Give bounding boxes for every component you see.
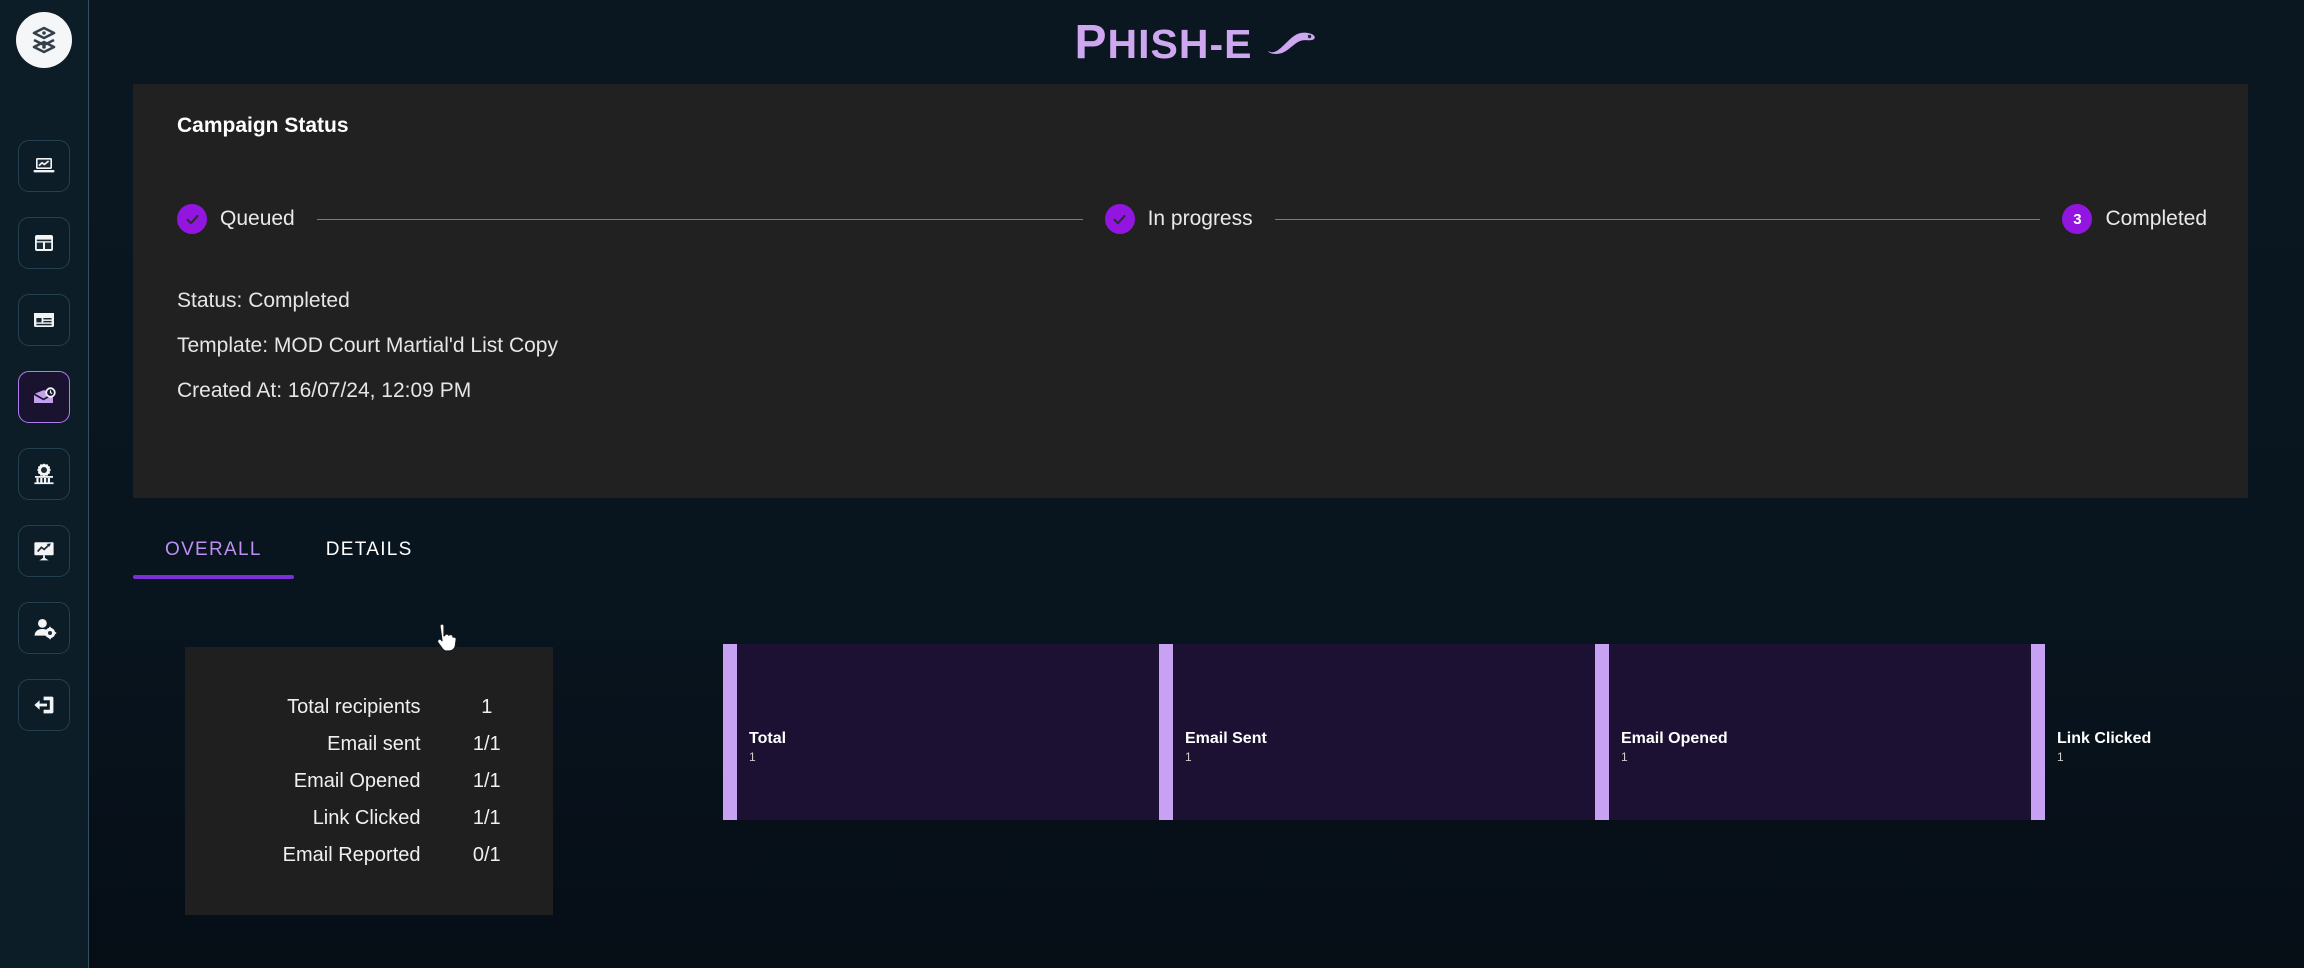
article-card-icon bbox=[34, 313, 54, 327]
campaign-template-line: Template: MOD Court Martial'd List Copy bbox=[177, 334, 558, 357]
stats-summary-panel: Total recipients 1 Email sent 1/1 Email … bbox=[185, 647, 553, 915]
funnel-label-group-total: Total 1 bbox=[749, 730, 786, 764]
step-completed-badge-number: 3 bbox=[2062, 204, 2093, 234]
sidebar-item-logout[interactable] bbox=[18, 679, 70, 731]
table-row: Email sent 1/1 bbox=[185, 726, 553, 763]
sidebar-item-campaigns[interactable] bbox=[18, 371, 70, 423]
funnel-value-total: 1 bbox=[749, 750, 756, 764]
funnel-body-total: Total 1 bbox=[737, 644, 1159, 820]
funnel-label-link-clicked: Link Clicked bbox=[2057, 730, 2152, 747]
stat-value-email-opened: 1/1 bbox=[472, 770, 501, 792]
funnel-bar-email-opened bbox=[1595, 644, 1609, 820]
campaign-status-card: Campaign Status Queued In progress 3 Com… bbox=[133, 84, 2248, 498]
step-in-progress-badge-check-icon bbox=[1104, 204, 1135, 234]
funnel-segment-total[interactable]: Total 1 bbox=[723, 644, 1159, 820]
stat-value-link-clicked: 1/1 bbox=[472, 807, 501, 829]
step-queued[interactable]: Queued bbox=[177, 204, 295, 234]
sidebar-item-dashboard[interactable] bbox=[18, 140, 70, 192]
laptop-chart-icon bbox=[33, 158, 55, 173]
pointer-hand-cursor bbox=[436, 624, 457, 652]
stats-table: Total recipients 1 Email sent 1/1 Email … bbox=[185, 689, 553, 874]
funnel-bar-link-clicked bbox=[2031, 644, 2045, 820]
funnel-body-email-opened: Email Opened 1 bbox=[1609, 644, 2031, 820]
funnel-body-email-sent: Email Sent 1 bbox=[1173, 644, 1595, 820]
funnel-bar-email-sent bbox=[1159, 644, 1173, 820]
layers-logo-icon bbox=[32, 26, 56, 54]
sidebar-item-reports[interactable] bbox=[18, 525, 70, 577]
campaign-created-at-line: Created At: 16/07/24, 12:09 PM bbox=[177, 379, 472, 402]
table-row: Total recipients 1 bbox=[185, 689, 553, 726]
funnel-label-email-opened: Email Opened bbox=[1621, 730, 1728, 747]
funnel-label-group-email-opened: Email Opened 1 bbox=[1621, 730, 1728, 764]
funnel-value-email-opened: 1 bbox=[1621, 750, 1628, 764]
stat-value-email-reported: 0/1 bbox=[472, 844, 501, 866]
stat-label-email-opened: Email Opened bbox=[293, 770, 421, 792]
step-connector-2 bbox=[1274, 218, 2041, 220]
step-in-progress-label: In progress bbox=[1147, 207, 1253, 230]
sidebar-item-landing-pages[interactable] bbox=[18, 294, 70, 346]
tab-overall[interactable]: OVERALL bbox=[133, 539, 294, 579]
funnel-value-email-sent: 1 bbox=[1185, 750, 1192, 764]
funnel-label-email-sent: Email Sent bbox=[1185, 730, 1267, 747]
campaign-progress-stepper: Queued In progress 3 Completed bbox=[177, 202, 2207, 236]
main-content: Campaign Status Queued In progress 3 Com… bbox=[89, 84, 2304, 968]
user-gear-icon bbox=[34, 619, 57, 640]
step-queued-label: Queued bbox=[220, 207, 295, 230]
campaign-status-line: Status: Completed bbox=[177, 289, 350, 312]
stat-label-total-recipients: Total recipients bbox=[287, 696, 421, 718]
stat-label-link-clicked: Link Clicked bbox=[312, 807, 421, 829]
funnel-value-link-clicked: 1 bbox=[2057, 750, 2064, 764]
step-connector-1 bbox=[316, 218, 1083, 220]
funnel-segment-link-clicked[interactable]: Link Clicked 1 bbox=[2031, 644, 2304, 820]
app-title-text: PHISH-E bbox=[1074, 15, 1253, 69]
funnel-label-total: Total bbox=[749, 730, 787, 747]
step-completed-label: Completed bbox=[2105, 207, 2208, 230]
stat-label-email-sent: Email sent bbox=[327, 733, 421, 755]
step-in-progress[interactable]: In progress bbox=[1104, 204, 1253, 234]
sidebar bbox=[0, 0, 89, 968]
results-tabs: OVERALL DETAILS bbox=[133, 539, 445, 579]
brand-logo-icon[interactable] bbox=[16, 12, 72, 68]
stat-label-email-reported: Email Reported bbox=[282, 844, 421, 866]
gear-building-icon bbox=[34, 463, 54, 485]
funnel-segment-email-sent[interactable]: Email Sent 1 bbox=[1159, 644, 1595, 820]
sidebar-item-user-management[interactable] bbox=[18, 602, 70, 654]
mail-clock-icon bbox=[33, 387, 56, 403]
step-completed[interactable]: 3 Completed bbox=[2062, 204, 2207, 234]
step-queued-badge-check-icon bbox=[177, 204, 207, 234]
layout-dashboard-icon bbox=[35, 235, 53, 251]
funnel-bar-total bbox=[723, 644, 737, 820]
logout-icon bbox=[34, 696, 54, 714]
table-row: Email Opened 1/1 bbox=[185, 763, 553, 800]
presentation-chart-icon bbox=[34, 542, 54, 561]
sidebar-item-templates[interactable] bbox=[18, 217, 70, 269]
app-header: PHISH-E bbox=[89, 0, 2304, 84]
stat-value-total-recipients: 1 bbox=[481, 696, 493, 718]
funnel-chart: Total 1 Email Sent 1 Email Opened 1 Link… bbox=[723, 644, 2151, 820]
stat-value-email-sent: 1/1 bbox=[472, 733, 501, 755]
sidebar-nav bbox=[18, 140, 70, 731]
page-title: Campaign Status bbox=[177, 114, 349, 137]
funnel-label-group-email-sent: Email Sent 1 bbox=[1185, 730, 1267, 764]
funnel-label-group-link-clicked: Link Clicked 1 bbox=[2057, 730, 2151, 764]
table-row: Email Reported 0/1 bbox=[185, 837, 553, 874]
table-row: Link Clicked 1/1 bbox=[185, 800, 553, 837]
funnel-body-link-clicked: Link Clicked 1 bbox=[2045, 644, 2304, 820]
tab-details[interactable]: DETAILS bbox=[294, 539, 445, 579]
app-title: PHISH-E bbox=[1075, 15, 1319, 70]
campaign-detail-list: Status: Completed Template: MOD Court Ma… bbox=[177, 289, 558, 424]
eel-icon bbox=[1268, 32, 1316, 54]
sidebar-item-settings[interactable] bbox=[18, 448, 70, 500]
funnel-segment-email-opened[interactable]: Email Opened 1 bbox=[1595, 644, 2031, 820]
